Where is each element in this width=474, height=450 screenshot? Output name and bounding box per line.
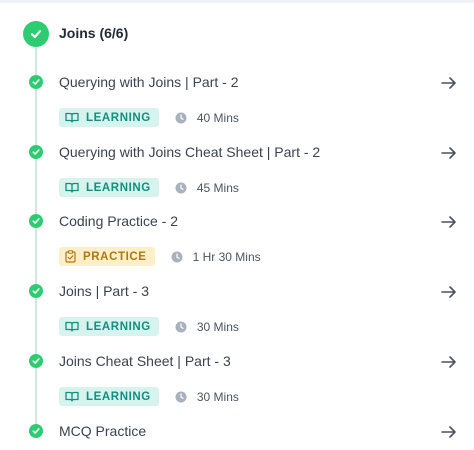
badge-label: LEARNING	[86, 181, 151, 194]
badge-label: LEARNING	[86, 111, 151, 124]
arrow-right-icon[interactable]	[440, 283, 458, 301]
book-icon	[65, 391, 79, 402]
item-title[interactable]: Joins | Part - 3	[59, 283, 149, 299]
item-title[interactable]: Querying with Joins Cheat Sheet | Part -…	[59, 144, 320, 160]
clock-icon	[175, 391, 187, 402]
completed-check-icon	[29, 214, 43, 228]
duration: 45 Mins	[196, 180, 239, 195]
learning-badge: LEARNING	[59, 178, 159, 197]
duration: 1 Hr 30 Mins	[192, 249, 261, 264]
clipboard-check-icon	[65, 250, 76, 263]
top-divider	[0, 0, 474, 3]
arrow-right-icon[interactable]	[440, 144, 458, 162]
arrow-right-icon[interactable]	[440, 353, 458, 371]
book-icon	[65, 112, 79, 123]
item-title[interactable]: Coding Practice - 2	[59, 213, 178, 229]
clock-icon	[171, 251, 183, 262]
completed-check-icon	[29, 354, 43, 368]
badge-label: LEARNING	[86, 320, 151, 333]
section-check-icon	[23, 21, 49, 47]
section-title[interactable]: Joins (6/6)	[59, 25, 128, 41]
clock-icon	[175, 182, 187, 193]
book-icon	[65, 182, 79, 193]
clock-icon	[175, 321, 187, 332]
completed-check-icon	[29, 145, 43, 159]
arrow-right-icon[interactable]	[440, 213, 458, 231]
arrow-right-icon[interactable]	[440, 423, 458, 441]
item-title[interactable]: MCQ Practice	[59, 423, 146, 439]
completed-check-icon	[29, 424, 43, 438]
learning-badge: LEARNING	[59, 317, 159, 336]
item-title[interactable]: Joins Cheat Sheet | Part - 3	[59, 353, 231, 369]
completed-check-icon	[29, 75, 43, 89]
clock-icon	[175, 112, 187, 123]
item-title[interactable]: Querying with Joins | Part - 2	[59, 74, 238, 90]
duration: 40 Mins	[196, 110, 239, 125]
practice-badge: PRACTICE	[59, 247, 155, 266]
arrow-right-icon[interactable]	[440, 74, 458, 92]
badge-label: LEARNING	[86, 390, 151, 403]
progress-timeline	[35, 46, 37, 436]
learning-badge: LEARNING	[59, 387, 159, 406]
completed-check-icon	[29, 284, 43, 298]
badge-label: PRACTICE	[83, 250, 147, 263]
duration: 30 Mins	[196, 319, 239, 334]
duration: 30 Mins	[196, 389, 239, 404]
book-icon	[65, 321, 79, 332]
learning-badge: LEARNING	[59, 108, 159, 127]
